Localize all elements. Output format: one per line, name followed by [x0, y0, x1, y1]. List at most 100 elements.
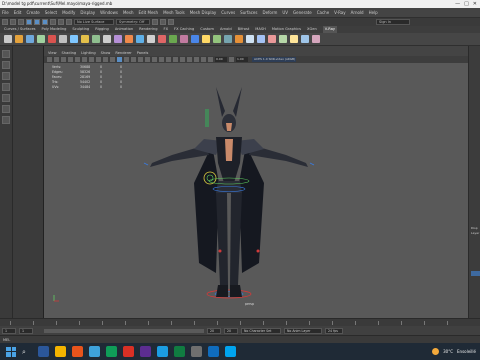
- gamma-field[interactable]: 1.00: [236, 57, 248, 62]
- xray-joints-icon[interactable]: [194, 57, 199, 62]
- select-object-icon[interactable]: [34, 19, 40, 25]
- shelf-tool-icon[interactable]: [125, 35, 133, 43]
- layers-tab-label[interactable]: Layer: [471, 231, 479, 235]
- film-gate-icon[interactable]: [82, 57, 87, 62]
- isolate-select-icon[interactable]: [180, 57, 185, 62]
- shelf-tool-icon[interactable]: [191, 35, 199, 43]
- depth-of-field-icon[interactable]: [173, 57, 178, 62]
- menu-surfaces[interactable]: Surfaces: [240, 8, 257, 17]
- menu-edit[interactable]: Edit: [14, 8, 22, 17]
- taskbar-app-icon[interactable]: [106, 346, 117, 357]
- range-inner-end-field[interactable]: 20: [207, 327, 221, 334]
- open-scene-icon[interactable]: [10, 19, 16, 25]
- close-button[interactable]: ✕: [473, 0, 477, 8]
- shelf-tool-icon[interactable]: [268, 35, 276, 43]
- ambient-occlusion-icon[interactable]: [152, 57, 157, 62]
- shelf-tool-icon[interactable]: [59, 35, 67, 43]
- ipr-render-icon[interactable]: [160, 19, 166, 25]
- shelf-tool-icon[interactable]: [48, 35, 56, 43]
- anim-layer-dropdown[interactable]: No Anim Layer: [284, 327, 322, 334]
- bookmark-icon[interactable]: [61, 57, 66, 62]
- menu-v-ray[interactable]: V-Ray: [334, 8, 345, 17]
- fps-dropdown[interactable]: 24 fps: [325, 327, 343, 334]
- field-chart-icon[interactable]: [103, 57, 108, 62]
- shadows-icon[interactable]: [145, 57, 150, 62]
- sign-in-field[interactable]: Sign In: [376, 19, 410, 25]
- snap-curve-icon[interactable]: [58, 19, 64, 25]
- gamma-icon[interactable]: [229, 57, 234, 62]
- channel-box-panel[interactable]: [468, 46, 480, 323]
- shelf-tab-v-ray[interactable]: V-Ray: [322, 26, 338, 33]
- taskbar-app-icon[interactable]: [225, 346, 236, 357]
- shelf-tab-arnold[interactable]: Arnold: [220, 26, 232, 33]
- range-slider-bar[interactable]: [44, 328, 204, 333]
- render-settings-icon[interactable]: [168, 19, 174, 25]
- shelf-tool-icon[interactable]: [224, 35, 232, 43]
- maximize-button[interactable]: □: [464, 0, 469, 8]
- shelf-tool-icon[interactable]: [202, 35, 210, 43]
- shelf-tool-icon[interactable]: [147, 35, 155, 43]
- shelf-tab-curves-surfaces[interactable]: Curves / Surfaces: [4, 26, 36, 33]
- last-tool-icon[interactable]: [2, 116, 10, 124]
- shelf-tab-custom[interactable]: Custom: [200, 26, 214, 33]
- shelf-tab-bifrost[interactable]: Bifrost: [238, 26, 250, 33]
- camera-icon[interactable]: [47, 57, 52, 62]
- range-end-field[interactable]: 20: [224, 327, 238, 334]
- menu-create[interactable]: Create: [26, 8, 39, 17]
- menu-cache[interactable]: Cache: [317, 8, 329, 17]
- safe-action-icon[interactable]: [110, 57, 115, 62]
- display-tab-label[interactable]: Disp: [471, 226, 478, 230]
- render-icon[interactable]: [152, 19, 158, 25]
- select-tool-icon[interactable]: [2, 50, 10, 58]
- menu-generate[interactable]: Generate: [293, 8, 312, 17]
- wireframe-icon[interactable]: [117, 57, 122, 62]
- menu-curves[interactable]: Curves: [221, 8, 235, 17]
- lights-icon[interactable]: [138, 57, 143, 62]
- shelf-tool-icon[interactable]: [290, 35, 298, 43]
- shelf-tab-xgen[interactable]: XGen: [307, 26, 317, 33]
- shelf-tool-icon[interactable]: [257, 35, 265, 43]
- shelf-tool-icon[interactable]: [114, 35, 122, 43]
- shelf-tab-rigging[interactable]: Rigging: [95, 26, 109, 33]
- menu-arnold[interactable]: Arnold: [351, 8, 364, 17]
- shelf-tab-fx[interactable]: FX: [164, 26, 169, 33]
- shelf-tab-mash[interactable]: MASH: [255, 26, 266, 33]
- textured-icon[interactable]: [131, 57, 136, 62]
- range-inner-start-field[interactable]: 1: [19, 327, 33, 334]
- move-tool-icon[interactable]: [2, 83, 10, 91]
- shelf-tool-icon[interactable]: [37, 35, 45, 43]
- shelf-tool-icon[interactable]: [92, 35, 100, 43]
- shelf-tool-icon[interactable]: [158, 35, 166, 43]
- taskbar-app-icon[interactable]: [157, 346, 168, 357]
- shelf-tab-sculpting[interactable]: Sculpting: [72, 26, 89, 33]
- menu-modify[interactable]: Modify: [62, 8, 75, 17]
- range-start-field[interactable]: 1: [2, 327, 16, 334]
- taskbar-app-icon[interactable]: [38, 346, 49, 357]
- viewport-canvas[interactable]: [44, 63, 468, 318]
- lasso-tool-icon[interactable]: [2, 61, 10, 69]
- xray-icon[interactable]: [187, 57, 192, 62]
- taskbar-app-icon[interactable]: [89, 346, 100, 357]
- live-surface-field[interactable]: No Live Surface: [74, 19, 114, 25]
- command-line[interactable]: MEL: [0, 335, 480, 343]
- shelf-tab-poly-modeling[interactable]: Poly Modeling: [42, 26, 67, 33]
- menu-mesh[interactable]: Mesh: [123, 8, 134, 17]
- shelf-tool-icon[interactable]: [213, 35, 221, 43]
- new-scene-icon[interactable]: [2, 19, 8, 25]
- shelf-tab-motion-graphics[interactable]: Motion Graphics: [272, 26, 301, 33]
- search-icon[interactable]: ⌕: [22, 347, 32, 357]
- taskbar-app-icon[interactable]: [55, 346, 66, 357]
- scale-tool-icon[interactable]: [2, 105, 10, 113]
- exposure-icon[interactable]: [208, 57, 213, 62]
- motion-blur-icon[interactable]: [159, 57, 164, 62]
- shelf-tool-icon[interactable]: [312, 35, 320, 43]
- shelf-tool-icon[interactable]: [81, 35, 89, 43]
- shelf-tool-icon[interactable]: [15, 35, 23, 43]
- menu-help[interactable]: Help: [369, 8, 378, 17]
- weather-icon[interactable]: [432, 348, 440, 355]
- menu-edit-mesh[interactable]: Edit Mesh: [139, 8, 159, 17]
- menu-select[interactable]: Select: [45, 8, 57, 17]
- shelf-tool-icon[interactable]: [169, 35, 177, 43]
- character-set-dropdown[interactable]: No Character Set: [241, 327, 281, 334]
- taskbar-app-icon[interactable]: [208, 346, 219, 357]
